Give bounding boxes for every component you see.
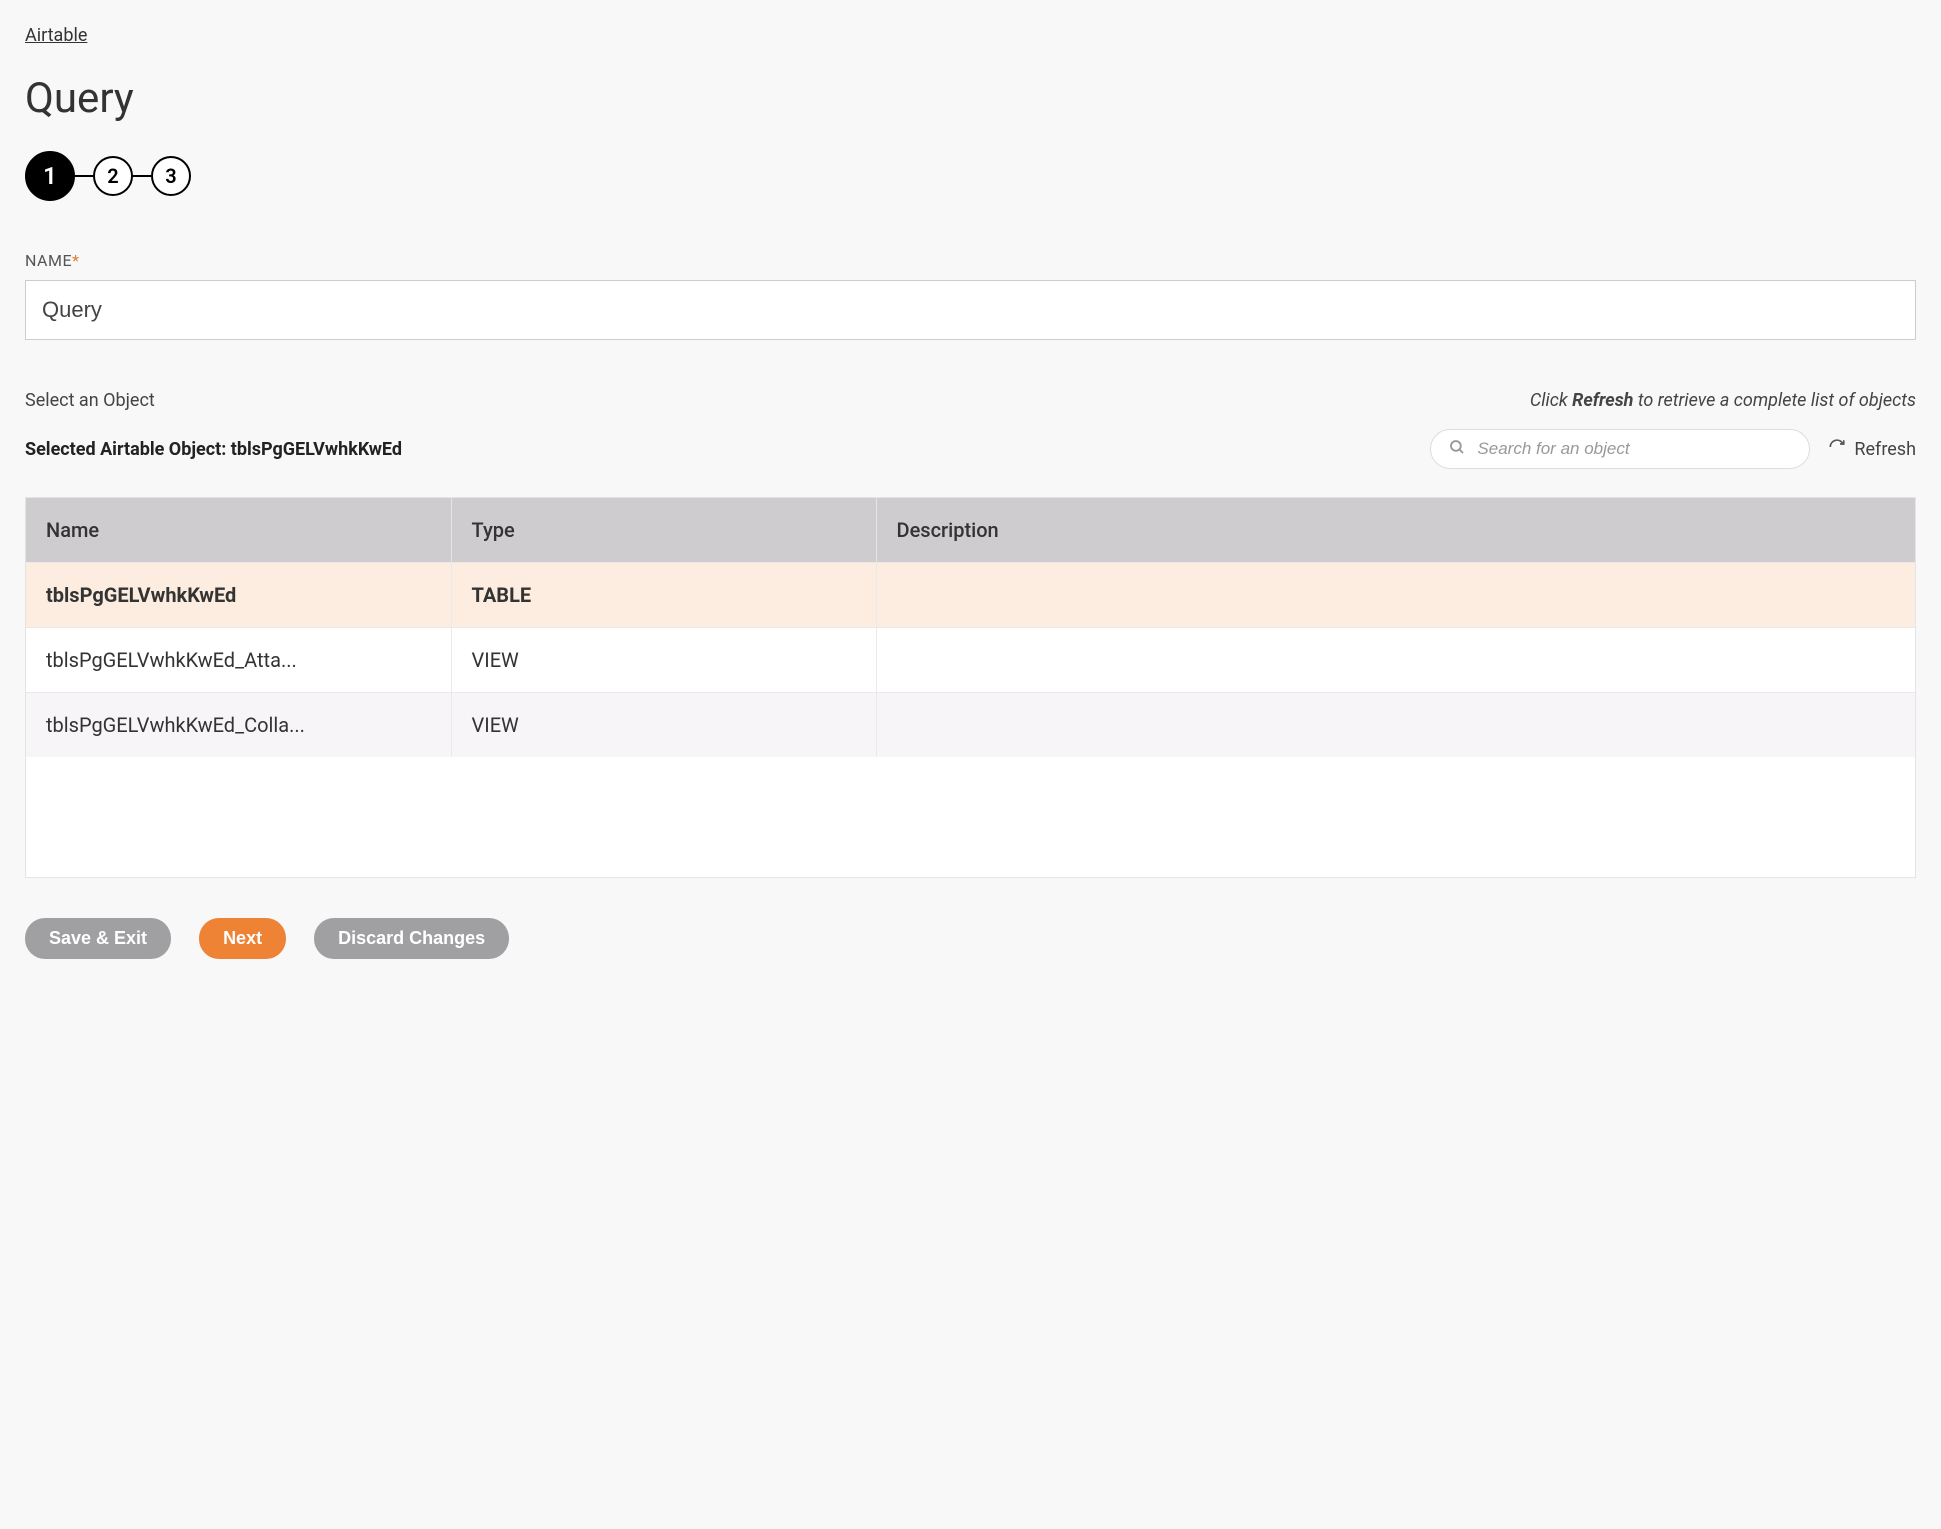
name-label-text: NAME: [25, 251, 72, 270]
table-row[interactable]: tblsPgGELVwhkKwEd_Colla... VIEW: [26, 693, 1915, 758]
refresh-hint: Click Refresh to retrieve a complete lis…: [1530, 390, 1916, 411]
refresh-icon: [1828, 438, 1846, 461]
search-wrap: [1430, 429, 1810, 469]
action-buttons: Save & Exit Next Discard Changes: [25, 918, 1916, 959]
stepper: 1 2 3: [25, 151, 1916, 201]
cell-description: [876, 693, 1915, 758]
step-3[interactable]: 3: [151, 156, 191, 196]
step-2[interactable]: 2: [93, 156, 133, 196]
table-row[interactable]: tblsPgGELVwhkKwEd TABLE: [26, 563, 1915, 628]
refresh-label: Refresh: [1854, 439, 1916, 460]
col-header-type[interactable]: Type: [451, 498, 876, 563]
step-connector: [75, 175, 93, 177]
col-header-description[interactable]: Description: [876, 498, 1915, 563]
cell-description: [876, 628, 1915, 693]
col-header-name[interactable]: Name: [26, 498, 451, 563]
hint-suffix: to retrieve a complete list of objects: [1633, 390, 1916, 411]
search-input[interactable]: [1430, 429, 1810, 469]
table-header-row: Name Type Description: [26, 498, 1915, 563]
hint-prefix: Click: [1530, 390, 1572, 411]
name-field-label: NAME*: [25, 251, 1916, 270]
cell-type: TABLE: [451, 563, 876, 628]
save-exit-button[interactable]: Save & Exit: [25, 918, 171, 959]
cell-name: tblsPgGELVwhkKwEd_Colla...: [26, 693, 451, 758]
table-row[interactable]: tblsPgGELVwhkKwEd_Atta... VIEW: [26, 628, 1915, 693]
object-table: Name Type Description tblsPgGELVwhkKwEd …: [25, 497, 1916, 878]
step-connector: [133, 175, 151, 177]
cell-description: [876, 563, 1915, 628]
table-empty-area: [26, 757, 1915, 877]
selected-object-value: tblsPgGELVwhkKwEd: [231, 439, 402, 460]
selected-object-label: Selected Airtable Object: tblsPgGELVwhkK…: [25, 439, 402, 460]
hint-bold: Refresh: [1572, 390, 1633, 411]
discard-changes-button[interactable]: Discard Changes: [314, 918, 509, 959]
breadcrumb-airtable[interactable]: Airtable: [25, 25, 87, 46]
cell-name: tblsPgGELVwhkKwEd_Atta...: [26, 628, 451, 693]
refresh-button[interactable]: Refresh: [1828, 438, 1916, 461]
search-icon: [1448, 438, 1466, 460]
step-1[interactable]: 1: [25, 151, 75, 201]
page-title: Query: [25, 74, 1916, 123]
selected-object-prefix: Selected Airtable Object:: [25, 439, 231, 460]
cell-name: tblsPgGELVwhkKwEd: [26, 563, 451, 628]
cell-type: VIEW: [451, 693, 876, 758]
next-button[interactable]: Next: [199, 918, 286, 959]
cell-type: VIEW: [451, 628, 876, 693]
select-object-label: Select an Object: [25, 390, 155, 411]
required-indicator: *: [72, 251, 79, 270]
name-input[interactable]: [25, 280, 1916, 340]
